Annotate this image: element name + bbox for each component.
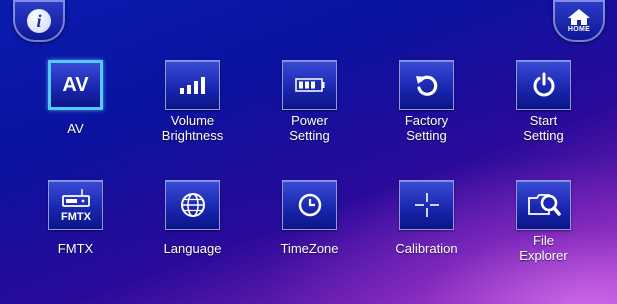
tile-language[interactable]: Language — [134, 180, 251, 298]
tile-volume-brightness[interactable]: Volume Brightness — [134, 60, 251, 180]
tile-fmtx-label: FMTX — [57, 241, 94, 256]
home-button[interactable]: HOME — [553, 0, 605, 42]
tile-timezone-label: TimeZone — [280, 241, 339, 256]
tile-av[interactable]: AV AV — [17, 60, 134, 180]
tile-fmtx[interactable]: FMTX FMTX — [17, 180, 134, 298]
tile-start-setting-label: Start Setting — [523, 113, 564, 143]
home-label: HOME — [567, 26, 591, 33]
av-icon: AV — [48, 60, 103, 110]
power-icon — [516, 60, 571, 110]
folder-search-icon — [516, 180, 571, 230]
tile-calibration-label: Calibration — [395, 241, 458, 256]
reset-arrow-icon — [399, 60, 454, 110]
tile-start-setting[interactable]: Start Setting — [485, 60, 602, 180]
info-button[interactable]: i — [13, 0, 65, 42]
tile-factory-setting[interactable]: Factory Setting — [368, 60, 485, 180]
tile-calibration[interactable]: Calibration — [368, 180, 485, 298]
tile-volume-brightness-label: Volume Brightness — [161, 113, 224, 143]
home-icon — [568, 9, 590, 25]
tile-power-setting[interactable]: Power Setting — [251, 60, 368, 180]
tile-file-explorer[interactable]: File Explorer — [485, 180, 602, 298]
volume-bars-icon — [165, 60, 220, 110]
tile-av-label: AV — [67, 121, 84, 136]
info-icon: i — [27, 9, 51, 33]
tile-factory-setting-label: Factory Setting — [404, 113, 449, 143]
clock-icon — [282, 180, 337, 230]
tile-timezone[interactable]: TimeZone — [251, 180, 368, 298]
tile-language-label: Language — [163, 241, 222, 256]
svg-text:FMTX: FMTX — [61, 211, 92, 223]
tile-file-explorer-label: File Explorer — [519, 233, 568, 263]
globe-icon — [165, 180, 220, 230]
battery-icon — [282, 60, 337, 110]
tile-power-setting-label: Power Setting — [289, 113, 330, 143]
crosshair-icon — [399, 180, 454, 230]
settings-grid: AV AV Volume Brightness Power Setting Fa… — [17, 60, 602, 298]
radio-icon: FMTX — [48, 180, 103, 230]
